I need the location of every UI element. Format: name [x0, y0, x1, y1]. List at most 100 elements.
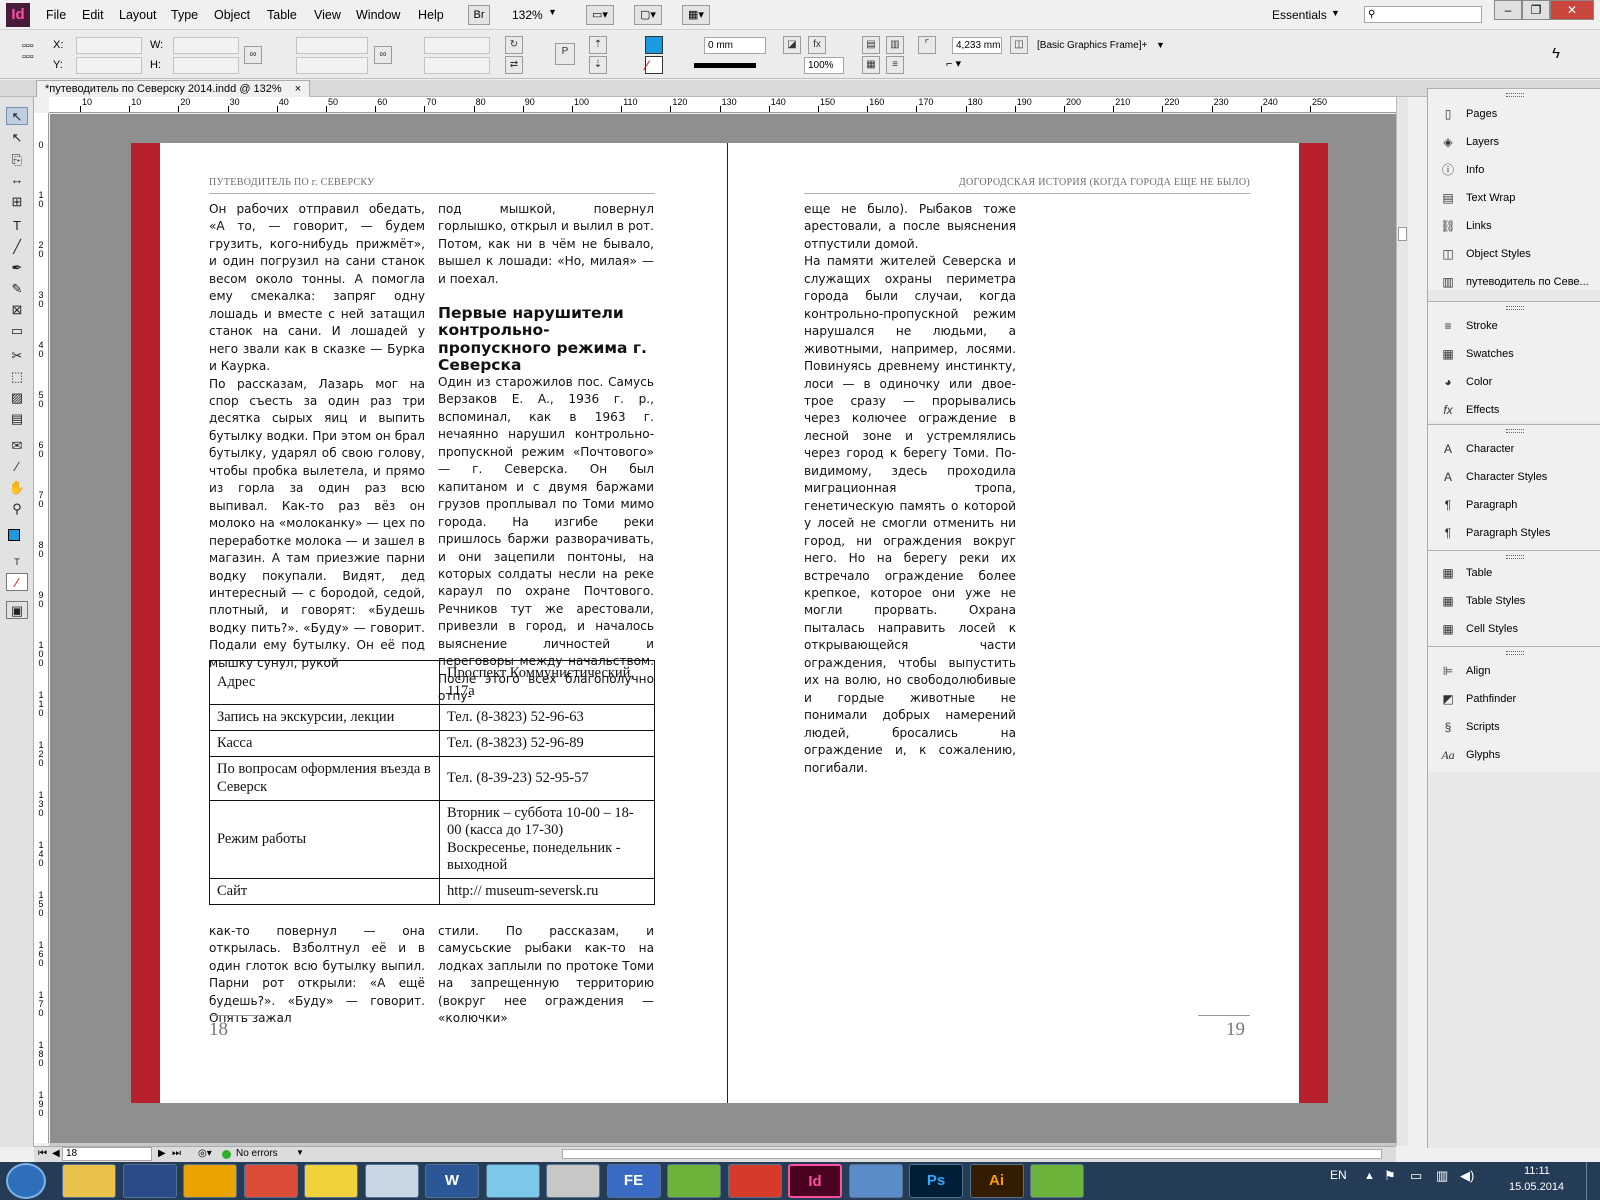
clock-date[interactable]: 15.05.2014: [1509, 1181, 1564, 1193]
taskbar-app-button[interactable]: FE: [606, 1164, 661, 1198]
next-page-icon[interactable]: ▶: [158, 1148, 166, 1159]
type-tool-icon[interactable]: T: [6, 217, 28, 235]
reference-p-icon[interactable]: P: [555, 43, 575, 65]
tray-display-icon[interactable]: ▭: [1410, 1168, 1422, 1184]
lightning-icon[interactable]: ϟ: [1552, 45, 1560, 62]
panel-object-styles[interactable]: ◫ Object Styles: [1438, 243, 1530, 265]
gradient-swatch-tool-icon[interactable]: ▨: [6, 389, 28, 407]
table-cell[interactable]: Режим работы: [209, 800, 440, 879]
table-cell[interactable]: Вторник – суббота 10-00 – 18-00 (касса д…: [439, 800, 655, 879]
vertical-ruler[interactable]: 0 10 20 30 40 50 60 70 80 90 100 110 120 130 140 150 160…: [34, 113, 49, 1143]
table-row[interactable]: Режим работы Вторник – суббота 10-00 – 18…: [209, 800, 655, 879]
restore-button[interactable]: ❐: [1522, 0, 1550, 20]
zoom-dropdown-icon[interactable]: ▼: [548, 7, 557, 17]
menu-view[interactable]: View: [314, 8, 341, 22]
menu-object[interactable]: Object: [214, 8, 250, 22]
taskbar-app-button[interactable]: [1030, 1164, 1084, 1198]
table-cell[interactable]: Сайт: [209, 878, 440, 905]
table-cell[interactable]: Проспект Коммунистический, 117а: [439, 660, 655, 705]
y-field[interactable]: [76, 57, 142, 74]
taskbar-app-button[interactable]: [485, 1164, 540, 1198]
menu-type[interactable]: Type: [171, 8, 198, 22]
table-cell[interactable]: Тел. (8-39-23) 52-95-57: [439, 756, 655, 801]
object-style-dropdown-icon[interactable]: ▼: [1156, 40, 1165, 50]
panel-scripts[interactable]: § Scripts: [1438, 716, 1500, 738]
constrain-scale-icon[interactable]: ∞: [374, 46, 392, 64]
taskbar-app-button[interactable]: Ai: [969, 1164, 1024, 1198]
object-style-icon[interactable]: ◫: [1010, 36, 1028, 54]
horizontal-ruler[interactable]: 10 10 20 30 40 50 60 70 80 90 100 110 120 130 140 150 16…: [49, 97, 1396, 113]
table-cell[interactable]: Запись на экскурсии, лекции: [209, 704, 440, 731]
panel-pathfinder[interactable]: ◩ Pathfinder: [1438, 688, 1516, 710]
text-wrap-none-icon[interactable]: ▤: [862, 36, 880, 54]
table-row[interactable]: Касса Тел. (8-3823) 52-96-89: [209, 730, 655, 757]
fill-swatch[interactable]: [645, 36, 663, 54]
menu-file[interactable]: File: [46, 8, 66, 22]
corner-shape-dropdown[interactable]: ⌐ ▾: [946, 57, 984, 74]
pencil-tool-icon[interactable]: ✎: [6, 280, 28, 298]
bridge-button[interactable]: Br: [468, 5, 490, 25]
workspace-switcher[interactable]: Essentials: [1272, 8, 1327, 22]
panel-paragraph[interactable]: ¶ Paragraph: [1438, 494, 1518, 516]
zoom-level[interactable]: 132%: [512, 8, 543, 22]
taskbar-app-button[interactable]: [304, 1164, 358, 1198]
minimize-button[interactable]: –: [1494, 0, 1522, 20]
scale-x-field[interactable]: [296, 37, 368, 54]
search-field[interactable]: ⚲: [1364, 6, 1482, 23]
preflight-profile-icon[interactable]: ◎▾: [198, 1148, 212, 1159]
panel-text-wrap[interactable]: ▤ Text Wrap: [1438, 187, 1515, 209]
left-col2-text[interactable]: под мышкой, повернул горлышко, открыл и …: [438, 201, 654, 288]
gap-tool-icon[interactable]: ↔: [6, 171, 28, 189]
screen-mode-icon[interactable]: ▣: [6, 601, 28, 619]
section-heading[interactable]: Первые нарушители контрольно-пропускного…: [438, 304, 654, 375]
panel-stroke[interactable]: ≡ Stroke: [1438, 315, 1497, 337]
gap-field[interactable]: 4,233 mm: [952, 37, 1002, 54]
table-cell[interactable]: Тел. (8-3823) 52-96-63: [439, 704, 655, 731]
tray-network-icon[interactable]: ▥: [1436, 1168, 1448, 1184]
panel-grip[interactable]: [1506, 306, 1524, 310]
clock-time[interactable]: 11:11: [1524, 1165, 1550, 1177]
taskbar-app-button[interactable]: [727, 1164, 782, 1198]
line-tool-icon[interactable]: ╱: [6, 238, 28, 256]
workspace-dropdown-icon[interactable]: ▼: [1331, 8, 1340, 18]
stroke-weight-field[interactable]: 0 mm: [704, 37, 766, 54]
right-page[interactable]: ДОГОРОДСКАЯ ИСТОРИЯ (КОГДА ГОРОДА ЕЩЕ НЕ…: [728, 143, 1328, 1103]
shear-field[interactable]: [424, 57, 490, 74]
taskbar-app-button[interactable]: W: [425, 1164, 479, 1198]
opacity-field[interactable]: 100%: [804, 57, 844, 74]
select-content-icon[interactable]: ⇣: [589, 56, 607, 74]
panel-swatches[interactable]: ▦ Swatches: [1438, 343, 1513, 365]
first-page-icon[interactable]: ⏮: [38, 1148, 47, 1159]
formatting-affects-text-icon[interactable]: T: [6, 553, 28, 571]
panel-grip[interactable]: [1506, 555, 1524, 559]
effects-icon[interactable]: fx: [808, 36, 826, 54]
pen-tool-icon[interactable]: ✒: [6, 259, 28, 277]
taskbar-app-button[interactable]: [243, 1164, 298, 1198]
rotate-cw-icon[interactable]: ↻: [505, 36, 523, 54]
taskbar-app-button[interactable]: [62, 1164, 116, 1198]
scale-y-field[interactable]: [296, 57, 368, 74]
table-row[interactable]: Адрес Проспект Коммунистический, 117а: [209, 660, 655, 705]
tray-volume-icon[interactable]: ◀): [1460, 1168, 1474, 1184]
zoom-tool-icon[interactable]: ⚲: [6, 500, 28, 518]
left-col1-bottom-text[interactable]: как-то повернул — она открылась. Взболтн…: [209, 923, 425, 1028]
menu-help[interactable]: Help: [418, 8, 444, 22]
taskbar-app-button[interactable]: [848, 1164, 903, 1198]
panel-grip[interactable]: [1506, 429, 1524, 433]
panel-layers[interactable]: ◈ Layers: [1438, 131, 1499, 153]
show-desktop-button[interactable]: [1586, 1162, 1598, 1200]
museum-info-table[interactable]: Адрес Проспект Коммунистический, 117а Зап…: [209, 660, 655, 905]
fill-stroke-icon[interactable]: [6, 527, 28, 545]
panel-pages[interactable]: ▯ Pages: [1438, 103, 1498, 125]
height-field[interactable]: [173, 57, 239, 74]
tray-flag-icon[interactable]: ⚑: [1384, 1168, 1396, 1184]
direct-selection-tool-icon[interactable]: ↖: [6, 129, 28, 147]
select-container-icon[interactable]: ⇡: [589, 36, 607, 54]
left-col2-mid-text[interactable]: Один из старожилов пос. Самусь Верзаков …: [438, 374, 654, 706]
table-row[interactable]: Запись на экскурсии, лекции Тел. (8-3823)…: [209, 704, 655, 731]
panel-library[interactable]: ▥ путеводитель по Севе...: [1438, 271, 1588, 293]
close-tab-icon[interactable]: ×: [295, 83, 301, 95]
taskbar-app-button[interactable]: [183, 1164, 237, 1198]
table-cell[interactable]: По вопросам оформления въезда в Северск: [209, 756, 440, 801]
panel-table[interactable]: ▦ Table: [1438, 562, 1492, 584]
